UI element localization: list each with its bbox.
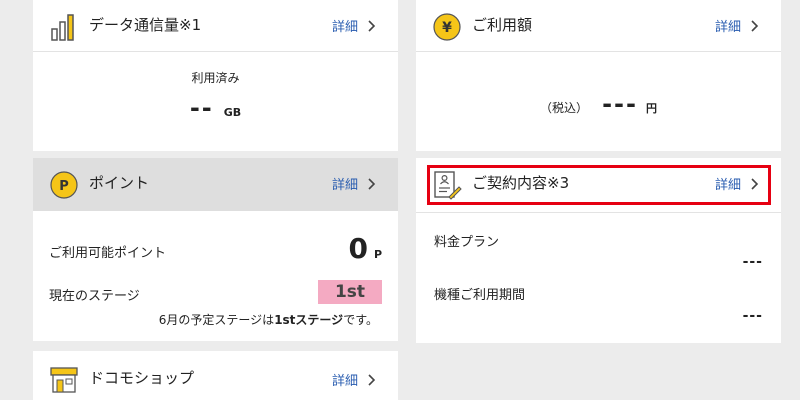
used-amount: -- (189, 94, 214, 122)
chevron-right-icon (368, 177, 376, 190)
next-stage-note: 6月の予定ステージは1stステージです。 (159, 311, 378, 328)
available-points-unit: P (373, 248, 382, 261)
next-stage-value: 1stステージ (274, 313, 344, 327)
point-header[interactable]: P ポイント 詳細 (33, 158, 398, 211)
used-value: -- GB (33, 94, 398, 122)
available-points-number: 0 (348, 232, 368, 265)
point-title: ポイント (89, 174, 150, 192)
device-period-value: --- (742, 308, 763, 324)
yen-icon: ¥ (433, 13, 461, 41)
point-detail-link[interactable]: 詳細 (332, 174, 376, 193)
used-unit: GB (223, 106, 242, 119)
current-stage-badge: 1st (318, 280, 382, 304)
data-usage-title: データ通信量※1 (89, 16, 202, 34)
next-stage-suffix: です。 (343, 313, 378, 327)
point-p-icon: P (50, 171, 78, 199)
current-stage-label: 現在のステージ (49, 289, 140, 304)
usage-amount-title: ご利用額 (472, 16, 533, 34)
used-label: 利用済み (191, 71, 240, 85)
yen-glyph: ¥ (442, 20, 452, 36)
bar-chart-icon (51, 14, 74, 41)
shop-icon (50, 367, 78, 393)
tax-label: （税込） (540, 101, 589, 115)
detail-label: 詳細 (331, 374, 358, 389)
plan-label: 料金プラン (434, 235, 500, 250)
detail-label: 詳細 (714, 20, 741, 35)
usage-amount-card: ¥ ご利用額 詳細 （税込） --- 円 (416, 0, 781, 151)
point-card: P ポイント 詳細 ご利用可能ポイント 0P 現在のステージ 1st 6月の予定… (33, 158, 398, 341)
detail-label: 詳細 (331, 20, 358, 35)
docomo-shop-header[interactable]: ドコモショップ 詳細 (33, 351, 398, 400)
chevron-right-icon (751, 19, 759, 32)
available-points-label: ご利用可能ポイント (49, 246, 167, 261)
next-stage-prefix: 6月の予定ステージは (158, 313, 275, 327)
usage-amount-header[interactable]: ¥ ご利用額 詳細 (416, 0, 781, 52)
point-glyph: P (59, 179, 69, 194)
detail-label: 詳細 (331, 178, 358, 193)
usage-amount-detail-link[interactable]: 詳細 (715, 16, 759, 35)
amount-unit: 円 (645, 102, 657, 115)
docomo-shop-detail-link[interactable]: 詳細 (332, 370, 376, 389)
docomo-shop-title: ドコモショップ (89, 369, 195, 387)
plan-value: --- (742, 254, 763, 270)
docomo-shop-card: ドコモショップ 詳細 (33, 351, 398, 400)
data-usage-header[interactable]: データ通信量※1 詳細 (33, 0, 398, 52)
device-period-label: 機種ご利用期間 (434, 288, 526, 303)
amount-number: --- (602, 90, 638, 118)
chevron-right-icon (368, 19, 376, 32)
available-points-value: 0P (348, 232, 382, 265)
data-usage-detail-link[interactable]: 詳細 (332, 16, 376, 35)
data-usage-card: データ通信量※1 詳細 利用済み -- GB (33, 0, 398, 151)
highlight-frame (427, 165, 771, 205)
chevron-right-icon (368, 373, 376, 386)
amount-value: （税込） --- 円 (416, 90, 781, 118)
